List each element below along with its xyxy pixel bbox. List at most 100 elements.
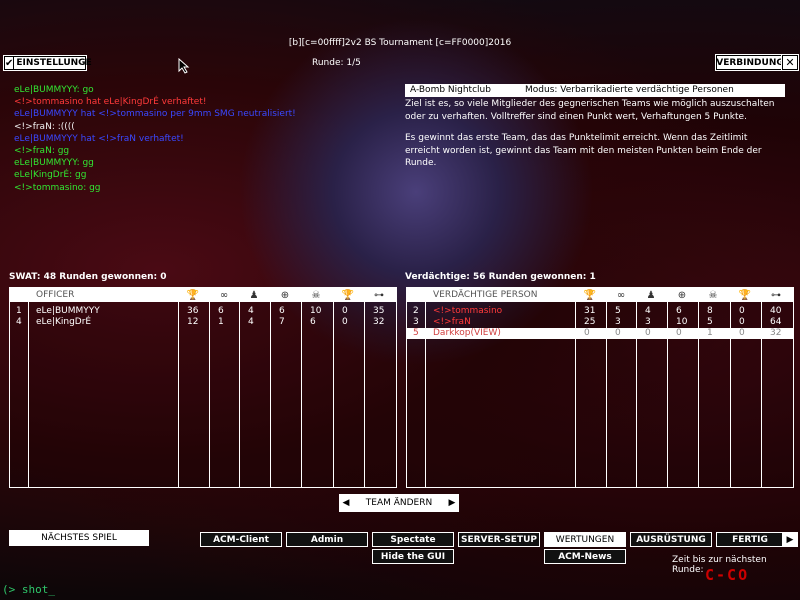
hide-gui-button[interactable]: Hide the GUI — [372, 549, 454, 564]
ping-icon: ⊶ — [771, 289, 781, 301]
wertungen-tab[interactable]: WERTUNGEN — [544, 532, 626, 547]
chat-text: eLe|BUMMYYY — [14, 133, 78, 144]
chat-text: : gg — [83, 182, 101, 193]
player-stat: 0 — [739, 306, 745, 316]
chat-line: eLe|BUMMYYY: gg — [14, 157, 296, 169]
chat-line: <!>tommasino hat eLe|KingDrÉ verhaftet! — [14, 96, 296, 108]
chat-line: eLe|KingDrÉ: gg — [14, 169, 296, 181]
description-paragraph-2: Es gewinnt das erste Team, das das Punkt… — [405, 133, 762, 168]
player-stat: 4 — [248, 317, 254, 327]
arrow-left-icon[interactable]: ◀ — [339, 498, 353, 508]
player-stat: 4 — [248, 306, 254, 316]
player-row[interactable]: 3 <!>fraN 25 3 3 10 5 0 64 — [407, 317, 793, 328]
arrow-right-icon[interactable]: ▶ — [445, 498, 459, 508]
chat-text: <!>tommasino — [14, 182, 84, 193]
clan-logo: C-CO — [705, 566, 750, 584]
change-team-button[interactable]: ◀ TEAM ÄNDERN ▶ — [339, 494, 459, 512]
suspects-scoreboard: VERDÄCHTIGE PERSON 🏆 ∞ ♟ ⊕ ☠ 🏆 ⊶ 2 <!>tommasino 31… — [406, 287, 794, 488]
player-stat: 1 — [218, 317, 224, 327]
player-stat: 32 — [770, 328, 782, 338]
next-game-button[interactable]: NÄCHSTES SPIEL — [9, 530, 149, 546]
map-info-bar: A-Bomb Nightclub Modus: Verbarrikadierte… — [405, 84, 785, 97]
player-stat: 25 — [584, 317, 596, 327]
skull-icon: ☠ — [311, 289, 321, 301]
chat-text: : gg — [76, 158, 94, 169]
player-stat: 6 — [310, 317, 316, 327]
acm-news-button[interactable]: ACM-News — [544, 549, 626, 564]
chat-text: : :(((( — [51, 121, 75, 132]
chat-text: eLe|KingDrÉ — [103, 97, 159, 108]
equipment-button[interactable]: AUSRÜSTUNG — [630, 532, 712, 547]
settings-button[interactable]: ✔ EINSTELLUNGE — [4, 56, 92, 70]
chat-line: <!>tommasino: gg — [14, 182, 296, 194]
chat-text: eLe|BUMMYYY — [14, 85, 77, 95]
checkbox-icon: ✔ — [5, 57, 15, 69]
chat-line: eLe|BUMMYYY: go — [14, 84, 296, 96]
trophy-icon: 🏆 — [186, 289, 200, 301]
admin-button[interactable]: Admin — [286, 532, 368, 547]
player-number: 5 — [413, 328, 419, 338]
map-name: A-Bomb Nightclub — [410, 85, 491, 95]
mouse-cursor-icon — [178, 58, 190, 74]
spectate-button[interactable]: Spectate — [372, 532, 454, 547]
handcuffs-icon: ∞ — [616, 289, 626, 301]
name-column-label: VERDÄCHTIGE PERSON — [433, 290, 538, 300]
player-stat: 0 — [739, 328, 745, 338]
chat-text: hat — [77, 109, 99, 120]
crosshair-icon: ⊕ — [280, 289, 290, 301]
player-stat: 0 — [739, 317, 745, 327]
player-stat: 36 — [187, 306, 199, 316]
player-number: 4 — [16, 317, 22, 327]
player-stat: 12 — [187, 317, 199, 327]
done-button[interactable]: FERTIG — [716, 532, 784, 547]
scoreboard-header: VERDÄCHTIGE PERSON 🏆 ∞ ♟ ⊕ ☠ 🏆 ⊶ — [407, 288, 793, 302]
player-stat: 8 — [707, 306, 713, 316]
game-mode: Modus: Verbarrikadierte verdächtige Pers… — [525, 85, 734, 95]
player-row[interactable]: 5 Darkkop(VIEW) 0 0 0 0 1 0 32 — [407, 328, 793, 339]
chat-text: verhaftet! — [136, 133, 184, 144]
chat-text: hat — [83, 97, 104, 108]
close-icon[interactable]: ✕ — [782, 55, 798, 70]
chat-text: : gg — [69, 170, 87, 181]
chat-text: <!>fraN — [14, 146, 52, 157]
player-number: 2 — [413, 306, 419, 316]
acm-client-button[interactable]: ACM-Client — [200, 532, 282, 547]
player-stat: 3 — [615, 317, 621, 327]
server-setup-button[interactable]: SERVER-SETUP — [458, 532, 540, 547]
change-team-label: TEAM ÄNDERN — [365, 498, 433, 508]
connection-button[interactable]: VERBINDUNG — [716, 55, 784, 70]
player-stat: 7 — [279, 317, 285, 327]
handcuffs-icon: ∞ — [219, 289, 229, 301]
swat-scoreboard: OFFICER 🏆 ∞ ♟ ⊕ ☠ 🏆 ⊶ 1 eLe|BUMMYYY 36 6 4 6 10 0 35 4 eLe… — [9, 287, 397, 488]
player-stat: 10 — [310, 306, 322, 316]
player-stat: 6 — [218, 306, 224, 316]
chat-line: eLe|BUMMYYY hat <!>tommasino per 9mm SMG… — [14, 108, 296, 120]
chat-line: eLe|BUMMYYY hat <!>fraN verhaftet! — [14, 133, 296, 145]
chat-text: <!>tommasino — [14, 97, 84, 108]
player-stat: 0 — [615, 328, 621, 338]
trophy-small-icon: 🏆 — [738, 289, 752, 301]
mode-description: Ziel ist es, so viele Mitglieder des geg… — [405, 98, 785, 170]
player-row[interactable]: 2 <!>tommasino 31 5 4 6 8 0 40 — [407, 306, 793, 317]
chat-text: hat — [77, 133, 99, 144]
player-stat: 31 — [584, 306, 596, 316]
player-stat: 10 — [676, 317, 688, 327]
description-paragraph-1: Ziel ist es, so viele Mitglieder des geg… — [405, 99, 775, 122]
console-prompt[interactable]: (> shot_ — [2, 583, 55, 596]
player-row[interactable]: 4 eLe|KingDrÉ 12 1 4 7 6 0 32 — [10, 317, 396, 328]
player-stat: 0 — [342, 317, 348, 327]
player-stat: 4 — [645, 306, 651, 316]
next-arrow-icon[interactable]: ▶ — [782, 532, 798, 547]
player-row[interactable]: 1 eLe|BUMMYYY 36 6 4 6 10 0 35 — [10, 306, 396, 317]
arrest-icon: ♟ — [249, 289, 259, 301]
chat-text: <!>fraN — [98, 133, 137, 144]
chat-text: eLe|BUMMYYY — [14, 158, 77, 169]
player-stat: 5 — [707, 317, 713, 327]
swat-team-header: SWAT: 48 Runden gewonnen: 0 — [9, 272, 167, 282]
chat-text: eLe|KingDrÉ — [14, 170, 70, 181]
player-stat: 32 — [373, 317, 385, 327]
player-stat: 35 — [373, 306, 385, 316]
player-name: <!>tommasino — [433, 306, 503, 316]
player-number: 1 — [16, 306, 22, 316]
player-name: eLe|BUMMYYY — [36, 306, 100, 316]
